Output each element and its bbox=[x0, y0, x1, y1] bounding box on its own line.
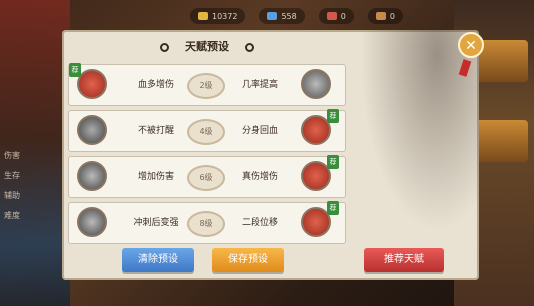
resource-bar: 10372 558 0 0 bbox=[190, 6, 450, 26]
gem-resource: 558 bbox=[259, 8, 305, 24]
gold-resource: 10372 bbox=[190, 8, 246, 24]
ink-decoration bbox=[339, 30, 479, 280]
selected-badge: 荐 bbox=[327, 109, 339, 123]
selected-badge: 荐 bbox=[327, 155, 339, 169]
close-icon[interactable]: ✕ bbox=[458, 32, 484, 58]
talent-gray-icon[interactable] bbox=[77, 207, 107, 237]
talent-row-8: 冲刺后变强 8级 二段位移 荐 bbox=[68, 201, 346, 244]
talent-gray-icon[interactable] bbox=[77, 161, 107, 191]
talent-level-badge: 6级 bbox=[187, 165, 225, 191]
talent-left-label[interactable]: 增加伤害 bbox=[131, 169, 181, 182]
coupon-resource: 0 bbox=[318, 8, 354, 24]
talent-row-6: 增加伤害 6级 真伤增伤 荐 bbox=[68, 155, 346, 198]
recommend-talent-button[interactable]: 推荐天赋 bbox=[364, 248, 444, 272]
stat-damage-label: 伤害 bbox=[4, 151, 20, 160]
talent-right-label[interactable]: 二段位移 bbox=[235, 215, 285, 228]
ticket-value: 0 bbox=[389, 11, 395, 21]
talent-row-2: 荐 血多增伤 2级 几率提高 bbox=[68, 63, 346, 106]
panel-title: 天赋预设 bbox=[62, 38, 352, 54]
talent-red-icon[interactable] bbox=[77, 69, 107, 99]
talent-gray-icon[interactable] bbox=[301, 69, 331, 99]
talent-right-label[interactable]: 分身回血 bbox=[235, 123, 285, 136]
talent-right-label[interactable]: 几率提高 bbox=[235, 77, 285, 90]
save-preset-button[interactable]: 保存预设 bbox=[212, 248, 284, 272]
talent-gray-icon[interactable] bbox=[77, 115, 107, 145]
talent-level-badge: 4级 bbox=[187, 119, 225, 145]
stat-survival-label: 生存 bbox=[4, 171, 20, 180]
ticket-resource: 0 bbox=[367, 8, 403, 24]
talent-left-label[interactable]: 冲刺后变强 bbox=[131, 215, 181, 228]
selected-badge: 荐 bbox=[327, 201, 339, 215]
panel-title-text: 天赋预设 bbox=[185, 40, 229, 53]
talent-row-4: 不被打醒 4级 分身回血 荐 bbox=[68, 109, 346, 152]
gem-icon bbox=[267, 12, 278, 20]
talent-level-badge: 8级 bbox=[187, 211, 225, 237]
talent-left-label[interactable]: 不被打醒 bbox=[131, 123, 181, 136]
coupon-icon bbox=[326, 12, 337, 20]
ticket-icon bbox=[375, 12, 386, 20]
talent-preset-panel: 天赋预设 荐 血多增伤 2级 几率提高 不被打醒 4级 分身回血 荐 增加伤害 … bbox=[62, 30, 479, 280]
coupon-value: 0 bbox=[340, 11, 346, 21]
clear-preset-button[interactable]: 清除预设 bbox=[122, 248, 194, 272]
stat-difficulty-label: 难度 bbox=[4, 211, 20, 220]
title-dot-icon bbox=[160, 42, 170, 52]
title-dot-icon bbox=[244, 42, 254, 52]
stat-support-label: 辅助 bbox=[4, 191, 20, 200]
selected-badge: 荐 bbox=[69, 63, 81, 77]
talent-right-label[interactable]: 真伤增伤 bbox=[235, 169, 285, 182]
gem-value: 558 bbox=[281, 11, 297, 21]
talent-level-badge: 2级 bbox=[187, 73, 225, 99]
talent-left-label[interactable]: 血多增伤 bbox=[131, 77, 181, 90]
gold-icon bbox=[198, 12, 208, 20]
gold-value: 10372 bbox=[212, 11, 238, 21]
